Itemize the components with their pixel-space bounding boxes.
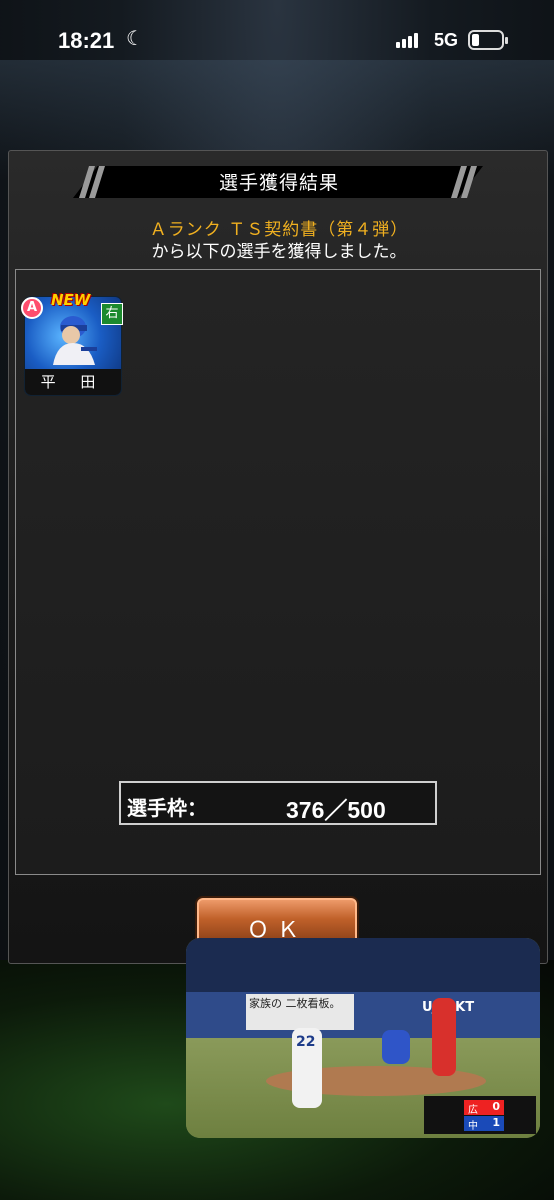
rank-badge: A	[21, 297, 43, 319]
player-name: 平 田	[25, 369, 121, 395]
moon-icon: ☾	[126, 26, 144, 50]
video-ad-board: 家族の 二枚看板。	[246, 994, 354, 1030]
network-type: 5G	[434, 30, 459, 50]
player-slot-box: 選手枠： 376／500	[119, 781, 437, 825]
video-sky	[186, 938, 540, 992]
handedness-badge: 右	[101, 303, 123, 325]
team2-name: 中	[468, 1121, 478, 1132]
signal-icon	[396, 33, 418, 48]
scoreboard-overlay: 広 0 中 1	[424, 1096, 536, 1134]
score-row-team1: 広 0	[464, 1100, 504, 1116]
video-catcher	[382, 1030, 410, 1064]
pitcher-number: 22	[296, 1034, 316, 1050]
dialog-title: 選手獲得結果	[218, 172, 339, 194]
pip-video-player[interactable]: 家族の 二枚看板。 UJTEKT 22 広 0 中 1	[186, 938, 540, 1138]
player-slot-label: 選手枠：	[127, 796, 207, 820]
player-result-dialog: 選手獲得結果 Ａランク ＴＳ契約書（第４弾） から以下の選手を獲得しました。 平…	[8, 150, 548, 964]
clock: 18:21	[58, 28, 115, 53]
result-message: から以下の選手を獲得しました。	[151, 242, 407, 262]
team1-name: 広	[468, 1105, 478, 1116]
player-slot-count: 376／500	[286, 797, 386, 823]
status-bar: 18:21 ☾ 5G	[0, 0, 554, 84]
team1-runs: 0	[492, 1100, 500, 1113]
score-row-team2: 中 1	[464, 1116, 504, 1132]
video-outfield-wall	[186, 992, 540, 1038]
video-batter	[432, 998, 456, 1076]
team2-runs: 1	[492, 1116, 500, 1129]
new-badge: NEW	[51, 291, 91, 309]
battery-icon	[468, 30, 508, 50]
player-portrait-icon	[53, 316, 97, 365]
